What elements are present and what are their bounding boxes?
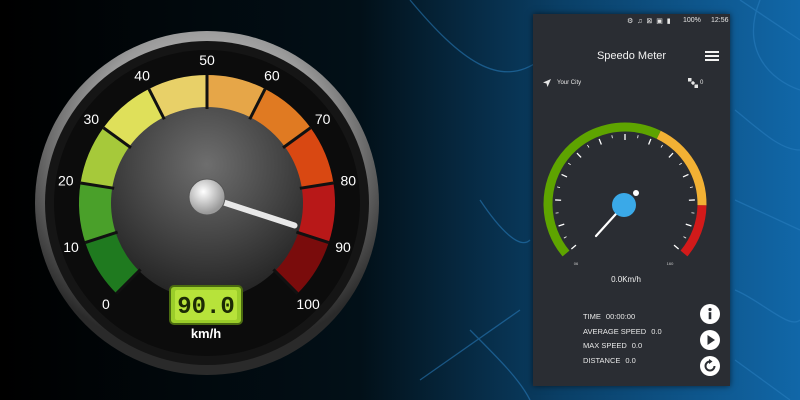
stat-label: AVERAGE SPEED	[583, 326, 647, 336]
phone-tick	[689, 186, 693, 188]
phone-app: ⚙ ♫ ⊠ ▣ ▮ 100% 12:56 Speedo Meter Your C…	[533, 14, 730, 386]
phone-tick	[648, 138, 652, 145]
stat-value: 0.0	[651, 326, 662, 336]
dial-label: 70	[315, 111, 331, 127]
phone-tick	[557, 186, 561, 188]
phone-needle-hub	[612, 193, 636, 217]
phone-tick	[563, 236, 567, 239]
location-arrow-icon	[543, 79, 551, 87]
dial-label: 40	[134, 68, 150, 84]
phone-tick	[576, 152, 582, 158]
speed-readout-text: 0.0Km/h	[611, 275, 641, 284]
dial-label: 30	[84, 111, 100, 127]
phone-tick	[679, 162, 682, 166]
phone-tick	[637, 135, 639, 139]
play-button[interactable]	[700, 330, 720, 350]
status-bar: ⚙ ♫ ⊠ ▣ ▮ 100% 12:56	[533, 14, 730, 28]
phone-tick	[683, 236, 687, 239]
dial-label: 90	[335, 239, 351, 255]
stat-max-speed: MAX SPEED 0.0	[583, 341, 662, 356]
phone-tick	[685, 223, 692, 227]
phone-tick	[570, 244, 577, 250]
stat-distance: DISTANCE 0.0	[583, 356, 662, 371]
stat-value: 0.0	[631, 341, 643, 350]
dial-label: 60	[264, 68, 280, 84]
green-arc	[543, 122, 661, 257]
phone-tick	[673, 244, 680, 250]
phone-tick	[568, 162, 571, 166]
phone-needle-tip	[633, 190, 639, 196]
stats-panel: TIME 00:00:00 AVERAGE SPEED 0.0 MAX SPEED 0…	[583, 312, 662, 370]
phone-tick	[558, 223, 565, 227]
satellite-icon	[688, 78, 698, 88]
status-time: 12:56	[711, 17, 729, 24]
dial-label: 80	[340, 173, 356, 189]
stat-value: 0.0	[625, 355, 636, 365]
phone-tick	[682, 173, 689, 178]
left-gauge: 0 10 20 30 40 50 60 70 80 90 100 90.0 km/h	[35, 31, 379, 375]
phone-tick	[598, 138, 602, 145]
location-label: Your City	[557, 80, 582, 86]
menu-icon[interactable]	[705, 51, 719, 61]
stat-value: 00:00:00	[605, 312, 636, 321]
gauge-min-label: 06	[574, 261, 579, 266]
stat-label: TIME	[583, 312, 601, 321]
phone-tick	[587, 144, 590, 148]
dial-label: 10	[63, 239, 79, 255]
battery-level: 100%	[683, 17, 701, 24]
needle-cap	[188, 178, 226, 216]
satellite-count: 0	[700, 80, 704, 86]
app-title: Speedo Meter	[596, 50, 667, 62]
phone-gauge: 06 160	[543, 122, 707, 266]
reset-button[interactable]	[700, 356, 720, 376]
phone-tick	[660, 144, 663, 148]
info-button[interactable]	[700, 304, 720, 324]
dial-label: 100	[296, 296, 320, 312]
status-icons: ⚙ ♫ ⊠ ▣ ▮	[627, 18, 672, 25]
refresh-icon	[704, 359, 716, 372]
speed-readout: 90.0	[177, 294, 235, 321]
stat-average-speed: AVERAGE SPEED 0.0	[583, 327, 662, 342]
stat-label: MAX SPEED	[583, 341, 627, 350]
yellow-arc	[656, 130, 707, 206]
dial-label: 0	[102, 296, 110, 312]
phone-tick	[611, 135, 613, 139]
dial-label: 50	[199, 52, 215, 68]
digital-display: 90.0	[169, 285, 243, 325]
stat-label: DISTANCE	[583, 355, 621, 365]
unit-label: km/h	[191, 326, 221, 341]
phone-tick	[668, 152, 674, 158]
phone-tick	[561, 173, 568, 178]
play-icon	[707, 335, 715, 345]
dial-label: 20	[58, 173, 74, 189]
gauge-max-label: 160	[667, 261, 674, 266]
stat-time: TIME 00:00:00	[583, 312, 662, 327]
info-icon	[708, 307, 712, 320]
